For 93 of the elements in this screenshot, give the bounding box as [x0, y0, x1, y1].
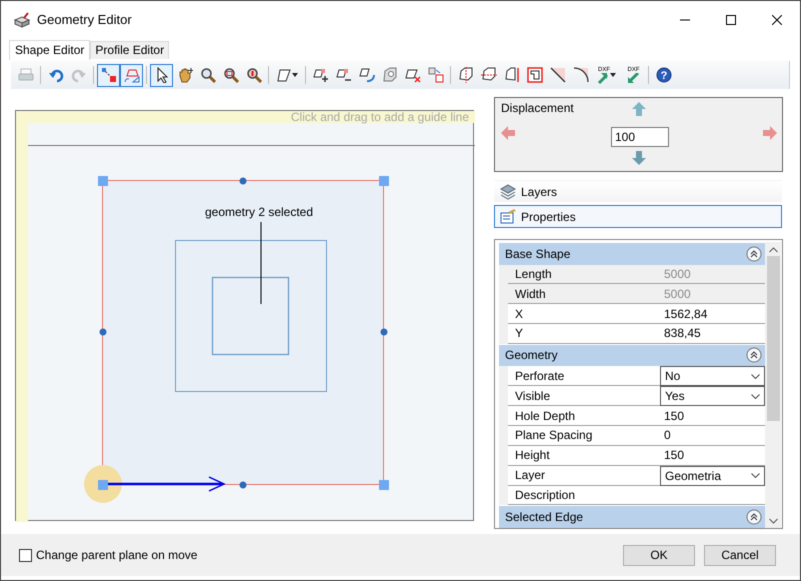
node-edit-icon: [100, 67, 116, 83]
property-label: Height: [508, 446, 660, 466]
property-label: Visible: [508, 386, 660, 406]
arrow-icon: [628, 72, 640, 84]
tool-button[interactable]: [150, 64, 173, 86]
scroll-down-icon: [768, 518, 778, 524]
displacement-field[interactable]: 100: [611, 127, 669, 147]
group-title: Geometry: [505, 347, 558, 364]
group-title: Base Shape: [505, 246, 570, 263]
maximize-icon: [726, 15, 736, 25]
arrow-icon: [631, 102, 647, 116]
property-label: Hole Depth: [508, 406, 660, 426]
snap-highlight: [84, 465, 122, 503]
round-cut-icon: [572, 67, 588, 83]
arrow-icon: [631, 151, 647, 165]
property-dropdown[interactable]: Yes: [660, 386, 765, 406]
polygon-split-icon: [480, 67, 496, 83]
property-value[interactable]: 0: [660, 426, 765, 446]
group-title: Selected Edge: [505, 509, 584, 526]
tab[interactable]: Shape Editor: [9, 40, 90, 60]
window-title: Geometry Editor: [37, 11, 133, 30]
property-value[interactable]: 150: [660, 406, 765, 426]
guide-hint: Click and drag to add a guide line: [290, 111, 469, 124]
cancel-button[interactable]: Cancel: [704, 544, 776, 566]
printer-icon: [18, 67, 34, 83]
diagonal-cut-icon: [550, 67, 566, 83]
square-frame-icon: [526, 67, 542, 83]
edge-handle[interactable]: [240, 178, 246, 184]
polygon-icon: [382, 67, 398, 83]
polygon-plus-icon: [312, 67, 328, 83]
corner-handle[interactable]: [379, 176, 389, 186]
property-dropdown[interactable]: No: [660, 366, 765, 386]
edge-handle[interactable]: [240, 482, 246, 488]
property-label: Layer: [508, 466, 660, 486]
property-label: Plane Spacing: [508, 426, 660, 446]
property-value[interactable]: 1562,84: [660, 304, 765, 324]
hand-icon: [176, 67, 192, 83]
undo-icon: [48, 67, 64, 83]
property-label: Y: [508, 324, 660, 344]
polygon-edge-icon: [504, 67, 520, 83]
property-label: X: [508, 304, 660, 324]
chevron-down-icon: [751, 374, 760, 379]
shape-edit-icon: [124, 67, 140, 83]
geometry-label: geometry 2 selected: [204, 205, 314, 219]
chevron-down-icon: [751, 473, 760, 478]
collapse-button[interactable]: [746, 246, 762, 262]
magnifier-icon: [200, 67, 216, 83]
move-square-icon: [428, 67, 444, 83]
box-icon: [13, 12, 31, 28]
ok-button[interactable]: OK: [623, 544, 695, 566]
scroll-up-icon: [768, 247, 778, 253]
panel-title: Displacement: [501, 100, 574, 117]
panel-tab[interactable]: Layers: [494, 180, 782, 203]
corner-handle[interactable]: [98, 480, 108, 490]
panel-tab[interactable]: Properties: [494, 205, 782, 228]
edge-handle[interactable]: [380, 328, 388, 336]
checkbox[interactable]: [19, 548, 32, 562]
redo-icon: [70, 67, 86, 83]
form-icon: [500, 208, 516, 224]
magnifier-icon: [222, 67, 238, 83]
drawing-canvas[interactable]: Click and drag to add a guide line geometry 2 selected: [15, 110, 474, 521]
close-icon: [772, 15, 782, 25]
property-label: Description: [508, 486, 660, 506]
caret-icon: [292, 73, 298, 77]
tool-button[interactable]: ?: [652, 64, 675, 86]
polygon-icon: [276, 67, 292, 83]
property-value[interactable]: [660, 486, 765, 506]
arrow-icon: [762, 126, 778, 140]
polygon-minus-icon: [336, 67, 352, 83]
collapse-button[interactable]: [746, 347, 762, 364]
property-label: Perforate: [508, 366, 660, 386]
arrow-icon: [598, 72, 610, 84]
corner-handle[interactable]: [98, 176, 108, 186]
polygon-split-icon: [458, 67, 474, 83]
layers-icon: [500, 184, 516, 200]
property-value[interactable]: 150: [660, 446, 765, 466]
property-dropdown[interactable]: Geometria: [660, 466, 765, 486]
property-value[interactable]: 838,45: [660, 324, 765, 344]
scrollbar[interactable]: [765, 242, 781, 528]
chevron-down-icon: [751, 394, 760, 399]
help-icon: ?: [656, 67, 672, 83]
edge-handle[interactable]: [100, 328, 106, 336]
magnifier-icon: [246, 67, 262, 83]
corner-handle[interactable]: [379, 480, 389, 490]
checkbox-label: Change parent plane on move: [36, 547, 198, 564]
polygon-cross-icon: [404, 67, 420, 83]
tab[interactable]: Profile Editor: [90, 41, 170, 59]
move-down-button[interactable]: [631, 151, 647, 165]
scroll-thumb[interactable]: [766, 256, 780, 421]
polygon-rotate-icon: [358, 67, 374, 83]
caret-icon: [610, 73, 616, 77]
collapse-button[interactable]: [746, 509, 762, 526]
arrow-icon: [500, 126, 516, 140]
